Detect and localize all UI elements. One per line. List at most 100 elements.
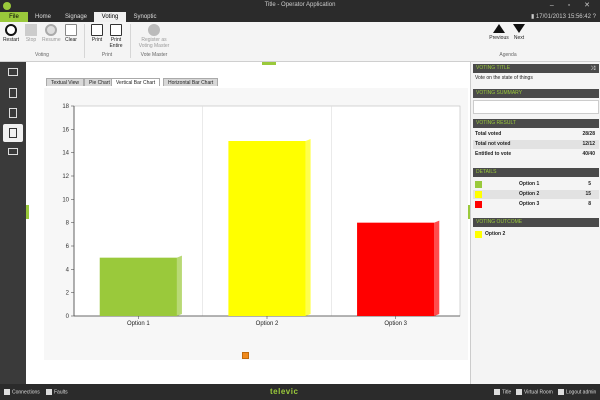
result-label: Total not voted	[475, 141, 511, 147]
tab-signage[interactable]: Signage	[58, 12, 94, 22]
group-label-vote-master: Vote Master	[140, 52, 168, 58]
result-value: 12/12	[582, 141, 595, 147]
connections-label: Connections	[12, 389, 40, 396]
print-button[interactable]: Print	[88, 24, 106, 43]
warning-icon	[46, 389, 52, 395]
y-tick-label: 0	[66, 314, 70, 320]
details-header: DETAILS	[473, 168, 599, 177]
color-swatch	[475, 201, 482, 208]
resume-button[interactable]: Resume	[42, 24, 61, 43]
trash-icon	[9, 108, 17, 118]
next-label: Next	[513, 35, 525, 41]
voting-title-text: Vote on the state of things	[475, 75, 533, 81]
y-tick-label: 4	[66, 267, 70, 273]
arrow-down-icon	[513, 24, 525, 33]
sidebar-item-document[interactable]	[3, 84, 23, 102]
tab-home[interactable]: Home	[28, 12, 58, 22]
logout-label: Logout admin	[566, 389, 597, 396]
color-swatch	[475, 181, 482, 188]
result-value: 40/40	[582, 151, 595, 157]
bar-side	[434, 220, 440, 316]
previous-button[interactable]: Previous	[488, 24, 510, 41]
previous-label: Previous	[489, 35, 509, 41]
shuffle-icon[interactable]: ⤨	[590, 65, 595, 74]
clear-button[interactable]: Clear	[62, 24, 80, 43]
stop-button[interactable]: Stop	[22, 24, 40, 43]
restart-label: Restart	[2, 37, 20, 43]
document-icon	[9, 88, 17, 98]
result-label: Total voted	[475, 131, 502, 137]
print-entire-label: Print Entire	[109, 37, 123, 49]
show-values-checkbox[interactable]	[242, 352, 249, 359]
title-icon	[494, 389, 500, 395]
register-voting-master-button[interactable]: Register as Voting Master	[134, 24, 174, 49]
stop-label: Stop	[25, 37, 37, 43]
detail-label: Option 1	[519, 181, 540, 187]
splitter-handle-left[interactable]	[26, 205, 29, 219]
result-row-total-not-voted: Total not voted 12/12	[473, 140, 599, 149]
brand-logo: televic	[270, 387, 299, 396]
color-swatch	[475, 191, 482, 198]
main-content: Textual View Pie Chart Vertical Bar Char…	[26, 62, 470, 384]
y-tick-label: 12	[62, 174, 69, 180]
ballot-icon	[9, 128, 17, 138]
pause-icon	[45, 24, 57, 36]
clear-icon	[65, 24, 77, 36]
splitter-handle-top[interactable]	[262, 62, 276, 65]
tab-textual-view[interactable]: Textual View	[46, 78, 84, 86]
detail-row-option-3: Option 3 8	[473, 200, 599, 209]
y-tick-label: 16	[62, 127, 69, 133]
title-button[interactable]: Title	[494, 389, 511, 395]
tab-voting[interactable]: Voting	[94, 12, 126, 22]
tab-vertical-bar-chart[interactable]: Vertical Bar Chart	[111, 78, 161, 86]
room-icon	[516, 389, 522, 395]
window-title: Title - Operator Application	[264, 2, 336, 8]
detail-label: Option 2	[519, 191, 540, 197]
group-separator	[84, 24, 85, 58]
title-bar: Title - Operator Application – ▫ ✕	[0, 0, 600, 12]
sidebar-item-voting[interactable]	[3, 124, 23, 142]
user-icon	[558, 389, 564, 395]
network-icon: ▮	[530, 14, 535, 20]
printer-icon	[91, 24, 103, 36]
help-icon[interactable]: ?	[593, 14, 596, 20]
bar	[357, 222, 435, 316]
detail-row-option-1: Option 1 5	[473, 180, 599, 189]
sidebar-item-images[interactable]	[3, 64, 23, 82]
x-tick-label: Option 1	[127, 321, 150, 327]
window-controls[interactable]: – ▫ ✕	[550, 1, 596, 9]
next-button[interactable]: Next	[510, 24, 528, 41]
voting-summary-box	[473, 100, 599, 114]
bar	[99, 257, 177, 316]
detail-value: 8	[588, 201, 591, 207]
sidebar-item-delete[interactable]	[3, 104, 23, 122]
clear-label: Clear	[65, 37, 77, 43]
y-tick-label: 14	[62, 151, 69, 157]
register-label: Register as Voting Master	[138, 37, 170, 49]
connections-button[interactable]: Connections	[4, 389, 40, 395]
voting-outcome-row: Option 2	[473, 230, 599, 239]
faults-button[interactable]: Faults	[46, 389, 68, 395]
group-label-agenda: Agenda	[499, 52, 517, 58]
bar-side	[305, 139, 311, 316]
tab-file[interactable]: File	[0, 12, 28, 22]
system-status: ▮ 17/01/2013 15:56:42 ?	[531, 13, 596, 20]
right-panel: VOTING TITLE ⤨ Vote on the state of thin…	[470, 62, 600, 384]
left-sidebar	[0, 62, 26, 384]
room-button[interactable]: Virtual Room	[516, 389, 553, 395]
datetime: 17/01/2013 15:56:42	[535, 14, 591, 20]
user-icon	[148, 24, 160, 36]
print-entire-button[interactable]: Print Entire	[106, 24, 126, 49]
tab-horizontal-bar-chart[interactable]: Horizontal Bar Chart	[163, 78, 219, 86]
x-tick-label: Option 2	[256, 321, 279, 327]
tab-synoptic[interactable]: Synoptic	[126, 12, 164, 22]
logout-button[interactable]: Logout admin	[558, 389, 596, 395]
sidebar-item-display[interactable]	[3, 144, 23, 162]
restart-button[interactable]: Restart	[2, 24, 20, 43]
resume-label: Resume	[42, 37, 61, 43]
detail-row-option-2: Option 2 15	[473, 190, 599, 199]
voting-result-header: VOTING RESULT	[473, 119, 599, 128]
result-row-total-voted: Total voted 28/28	[473, 130, 599, 139]
color-swatch	[475, 231, 482, 238]
voting-summary-header: VOTING SUMMARY	[473, 89, 599, 98]
